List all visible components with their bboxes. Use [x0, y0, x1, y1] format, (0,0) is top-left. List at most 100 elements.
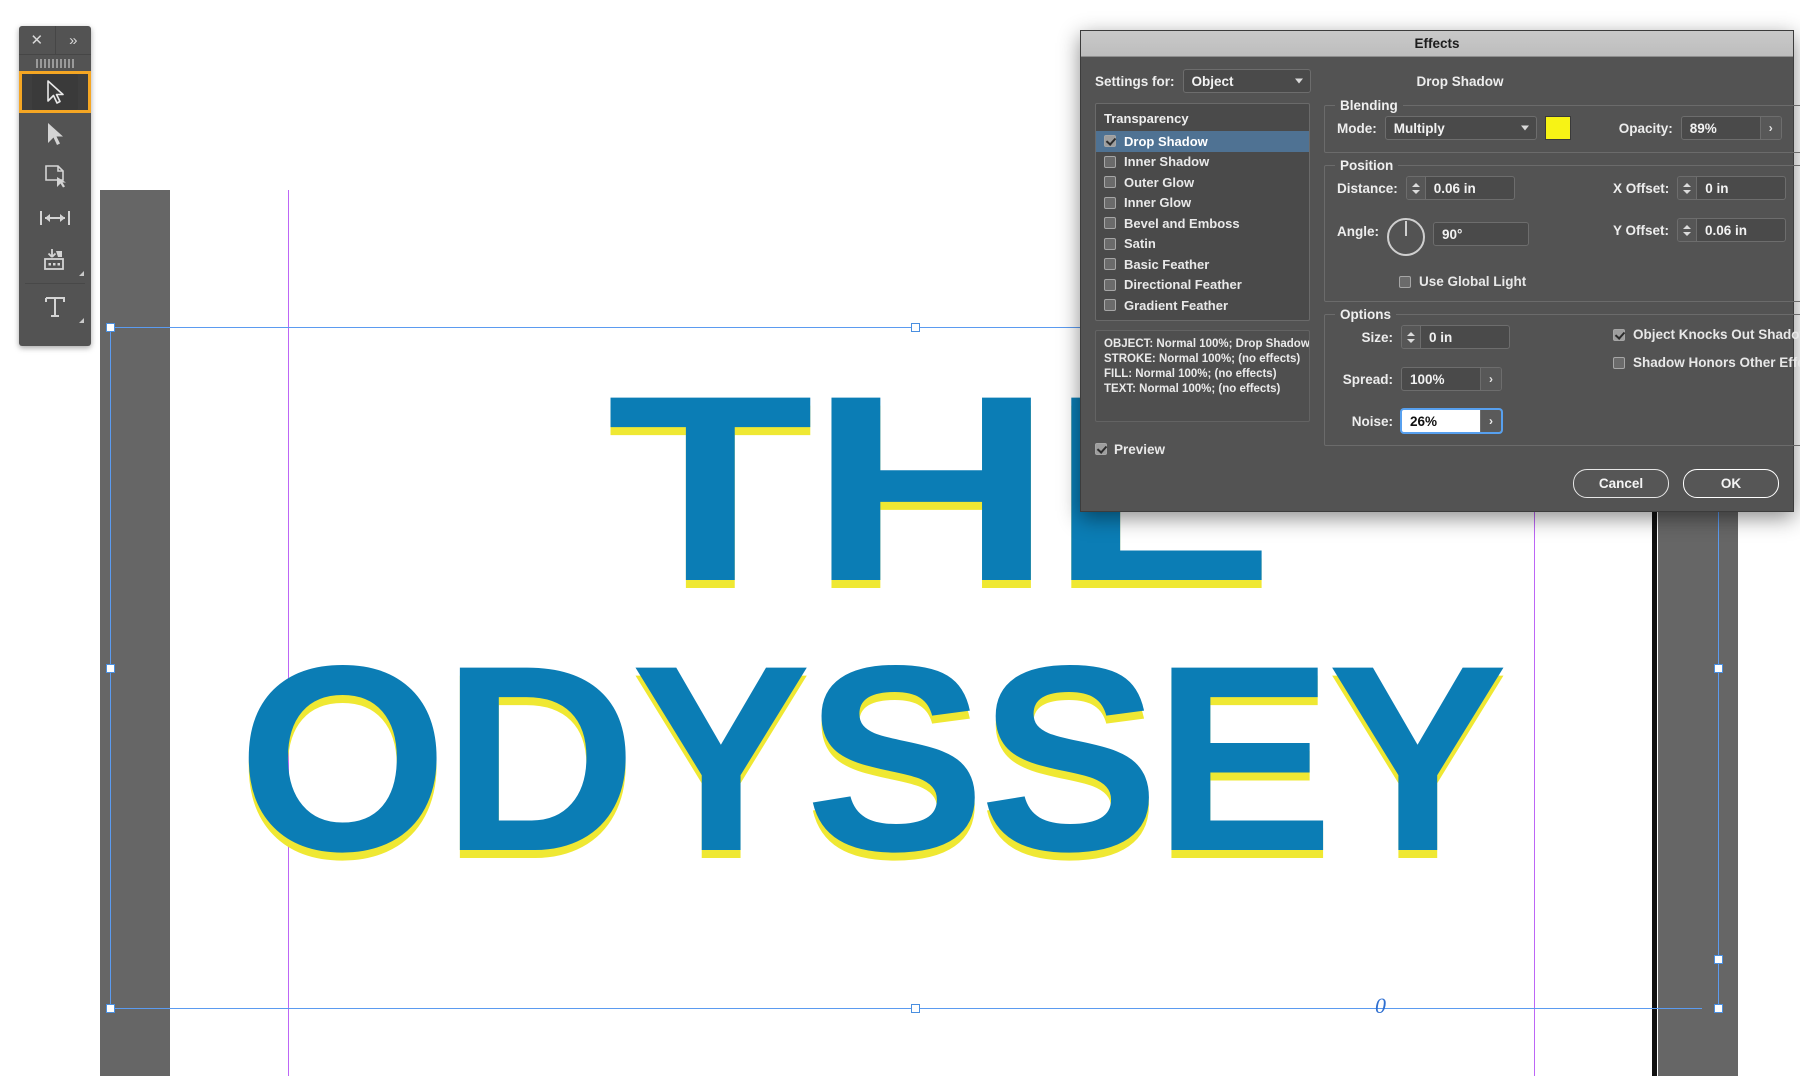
direct-select-arrow-icon [48, 123, 63, 145]
cursor-arrow-icon [47, 80, 64, 104]
honors-label: Shadow Honors Other Effects [1633, 355, 1800, 370]
angle-dial[interactable] [1387, 218, 1425, 256]
chevron-down-icon [1294, 78, 1303, 84]
selection-handle-middle-left[interactable] [106, 664, 115, 673]
size-stepper[interactable]: 0 in [1401, 325, 1510, 349]
x-offset-label: X Offset: [1613, 180, 1670, 196]
effects-list-header: Transparency [1104, 111, 1189, 126]
gap-tool[interactable] [19, 197, 91, 239]
tools-panel[interactable]: ✕ » [19, 26, 91, 346]
opacity-field[interactable]: 89% › [1680, 116, 1782, 140]
spread-slider-arrow-icon[interactable]: › [1480, 368, 1501, 390]
noise-value: 26% [1410, 413, 1438, 429]
effect-label: Outer Glow [1124, 174, 1195, 190]
selection-handle-bottom-center[interactable] [911, 1004, 920, 1013]
noise-label: Noise: [1351, 413, 1393, 429]
options-right-column: Object Knocks Out Shadow Shadow Honors O… [1613, 325, 1800, 433]
settings-for-row: Settings for: Object Drop Shadow [1095, 69, 1779, 93]
tools-divider [25, 283, 85, 284]
selection-handle-top-center[interactable] [911, 323, 920, 332]
position-grid: Distance: 0.06 in Angle: 90° Use Global … [1337, 176, 1800, 289]
checkbox-bevel-and-emboss[interactable] [1104, 217, 1116, 230]
stepper-arrows-icon[interactable] [1678, 177, 1698, 199]
status-line-fill: FILL: Normal 100%; (no effects) [1104, 367, 1277, 380]
angle-row: Angle: 90° [1337, 218, 1587, 256]
page-tool[interactable] [19, 155, 91, 197]
effect-item-inner-shadow[interactable]: Inner Shadow [1096, 152, 1309, 173]
effects-list-column: Transparency Drop Shadow Inner Shadow Ou… [1095, 103, 1310, 458]
spread-row: Spread: 100% › [1337, 367, 1587, 391]
checkbox-basic-feather[interactable] [1104, 258, 1116, 271]
effects-list[interactable]: Transparency Drop Shadow Inner Shadow Ou… [1095, 103, 1310, 321]
type-tool-flyout-indicator[interactable] [79, 318, 84, 323]
effect-label: Bevel and Emboss [1124, 215, 1240, 231]
page-edge-line [1652, 498, 1657, 1076]
stepper-arrows-icon[interactable] [1402, 326, 1421, 348]
selection-tool[interactable] [19, 71, 91, 113]
checkbox-inner-glow[interactable] [1104, 196, 1116, 209]
distance-stepper[interactable]: 0.06 in [1405, 176, 1515, 200]
panel-drag-grip[interactable] [19, 55, 91, 71]
knockout-row[interactable]: Object Knocks Out Shadow [1613, 327, 1800, 342]
x-offset-stepper[interactable]: 0 in [1677, 176, 1787, 200]
checkbox-drop-shadow[interactable] [1104, 135, 1116, 148]
tool-flyout-indicator[interactable] [79, 271, 84, 276]
blend-mode-select[interactable]: Multiply [1384, 116, 1537, 140]
checkbox-use-global-light[interactable] [1399, 275, 1411, 288]
selection-handle-lower-right[interactable] [1714, 955, 1723, 964]
checkbox-satin[interactable] [1104, 237, 1116, 250]
shadow-color-swatch[interactable] [1544, 116, 1571, 140]
content-collector-tool[interactable] [19, 239, 91, 281]
panel-heading: Drop Shadow [1416, 73, 1504, 89]
close-icon[interactable]: ✕ [19, 26, 55, 54]
checkbox-preview[interactable] [1095, 443, 1107, 455]
effect-item-directional-feather[interactable]: Directional Feather [1096, 275, 1309, 296]
type-tool[interactable] [19, 286, 91, 328]
checkbox-shadow-honors-other-effects[interactable] [1613, 356, 1625, 369]
opacity-slider-arrow-icon[interactable]: › [1759, 117, 1781, 139]
svg-text:ODYSSEY: ODYSSEY [238, 618, 1505, 914]
checkbox-gradient-feather[interactable] [1104, 299, 1116, 312]
direct-selection-tool[interactable] [19, 113, 91, 155]
honors-effects-row[interactable]: Shadow Honors Other Effects [1613, 355, 1800, 370]
settings-for-select[interactable]: Object [1182, 69, 1311, 93]
cancel-button[interactable]: Cancel [1573, 469, 1669, 498]
effects-dialog[interactable]: Effects Settings for: Object Drop Shadow… [1080, 30, 1800, 512]
effect-label: Drop Shadow [1124, 133, 1208, 149]
effect-item-drop-shadow[interactable]: Drop Shadow [1096, 131, 1309, 152]
selection-handle-middle-right[interactable] [1714, 664, 1723, 673]
selection-tool-icon [32, 74, 78, 110]
stepper-arrows-icon[interactable] [1678, 219, 1698, 241]
spread-field[interactable]: 100% › [1401, 367, 1502, 391]
selection-handle-bottom-right[interactable] [1714, 1004, 1723, 1013]
checkbox-inner-shadow[interactable] [1104, 155, 1116, 168]
angle-value-field[interactable]: 90° [1433, 222, 1529, 246]
noise-slider-arrow-icon[interactable]: › [1480, 410, 1501, 432]
use-global-light-row[interactable]: Use Global Light [1399, 274, 1587, 289]
chevron-down-icon [1520, 125, 1529, 131]
selection-handle-top-left[interactable] [106, 323, 115, 332]
expand-panel-icon[interactable]: » [56, 26, 92, 54]
effect-item-outer-glow[interactable]: Outer Glow [1096, 172, 1309, 193]
effect-item-basic-feather[interactable]: Basic Feather [1096, 254, 1309, 275]
blending-fieldset: Blending Mode: Multiply Opacity: 89% › [1324, 98, 1800, 153]
effect-item-gradient-feather[interactable]: Gradient Feather [1096, 295, 1309, 316]
x-offset-value: 0 in [1705, 180, 1729, 196]
ok-button[interactable]: OK [1683, 469, 1779, 498]
effect-label: Inner Shadow [1124, 154, 1210, 170]
y-offset-stepper[interactable]: 0.06 in [1677, 218, 1787, 242]
checkbox-outer-glow[interactable] [1104, 176, 1116, 189]
checkbox-object-knocks-out-shadow[interactable] [1613, 328, 1625, 341]
y-offset-label: Y Offset: [1613, 222, 1670, 238]
noise-field[interactable]: 26% › [1401, 409, 1502, 433]
use-global-light-label: Use Global Light [1419, 274, 1527, 289]
preview-row[interactable]: Preview [1095, 442, 1310, 457]
status-line-text: TEXT: Normal 100%; (no effects) [1104, 383, 1281, 396]
angle-label: Angle: [1337, 224, 1379, 239]
checkbox-directional-feather[interactable] [1104, 278, 1116, 291]
stepper-arrows-icon[interactable] [1406, 177, 1426, 199]
selection-handle-bottom-left[interactable] [106, 1004, 115, 1013]
effect-item-bevel-and-emboss[interactable]: Bevel and Emboss [1096, 213, 1309, 234]
effect-item-satin[interactable]: Satin [1096, 234, 1309, 255]
effect-item-inner-glow[interactable]: Inner Glow [1096, 193, 1309, 214]
